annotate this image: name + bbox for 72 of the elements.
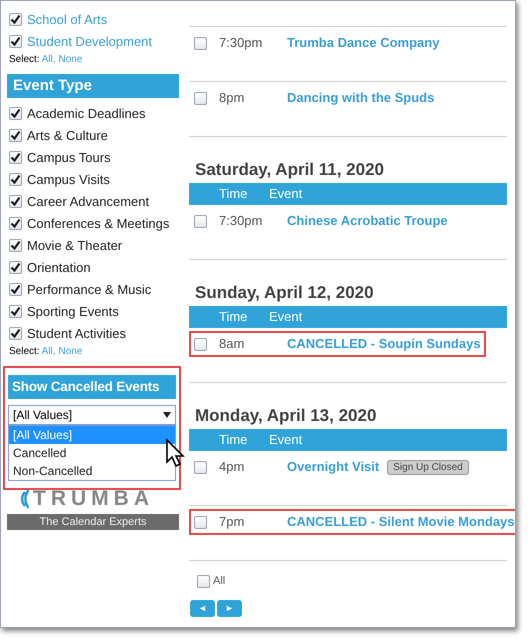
checkbox[interactable] bbox=[9, 129, 22, 142]
pager-button[interactable]: ◄ bbox=[190, 600, 215, 616]
column-header: Event bbox=[269, 185, 302, 204]
select-link[interactable]: None bbox=[58, 53, 82, 67]
select-link[interactable]: None bbox=[58, 345, 82, 359]
checkbox[interactable] bbox=[9, 217, 22, 230]
event-time: 8pm bbox=[218, 89, 246, 108]
checkbox[interactable] bbox=[9, 261, 22, 274]
checkbox[interactable] bbox=[194, 460, 207, 474]
checkbox[interactable] bbox=[9, 151, 22, 164]
filter-label: Orientation bbox=[27, 260, 91, 276]
checkbox[interactable] bbox=[194, 92, 207, 104]
checkbox[interactable] bbox=[197, 574, 210, 588]
filter-label: Movie & Theater bbox=[27, 238, 122, 254]
filter-label: Campus Visits bbox=[27, 172, 110, 188]
day-heading: Monday, April 13, 2020 bbox=[194, 405, 378, 427]
event-link[interactable]: Chinese Acrobatic Troupe bbox=[287, 211, 448, 231]
section-header: Show Cancelled Events bbox=[8, 375, 176, 399]
day-heading: Sunday, April 12, 2020 bbox=[194, 282, 375, 304]
filter-label: Campus Tours bbox=[27, 150, 111, 166]
select-label: Select: bbox=[9, 53, 40, 67]
select-link[interactable]: All, bbox=[42, 53, 56, 67]
event-link[interactable]: Overnight Visit bbox=[287, 457, 380, 477]
filter-label: Performance & Music bbox=[27, 282, 152, 298]
checkbox[interactable] bbox=[9, 195, 22, 208]
checkbox[interactable] bbox=[194, 36, 207, 50]
event-link[interactable]: CANCELLED - Silent Movie Mondays bbox=[287, 512, 515, 532]
checkbox[interactable] bbox=[9, 107, 22, 120]
column-header: Event bbox=[269, 308, 302, 326]
column-header: Time bbox=[218, 431, 248, 450]
event-time: 7:30pm bbox=[218, 34, 264, 52]
checkbox[interactable] bbox=[194, 214, 207, 228]
event-time: 7:30pm bbox=[218, 212, 264, 230]
select-link[interactable]: All, bbox=[42, 345, 56, 359]
event-time: 4pm bbox=[218, 458, 246, 476]
select-all-label: All bbox=[213, 574, 226, 589]
filter-label: Arts & Culture bbox=[27, 128, 108, 144]
checkbox[interactable] bbox=[9, 327, 22, 340]
dropdown-option[interactable]: Non-Cancelled bbox=[9, 462, 175, 480]
column-header: Time bbox=[218, 308, 248, 326]
checkbox[interactable] bbox=[9, 283, 22, 296]
checkbox[interactable] bbox=[9, 13, 22, 26]
checkbox[interactable] bbox=[9, 239, 22, 252]
event-link[interactable]: CANCELLED - Soupin Sundays bbox=[287, 334, 481, 354]
logo-wordmark: TRUMBA bbox=[33, 488, 154, 510]
dropdown-field[interactable]: [All Values] bbox=[8, 405, 176, 425]
checkbox[interactable] bbox=[9, 173, 22, 186]
section-header: Event Type bbox=[7, 74, 179, 98]
column-header: Time bbox=[218, 185, 248, 204]
event-time: 7pm bbox=[218, 513, 246, 532]
filter-label: Student Activities bbox=[27, 326, 126, 342]
checkbox[interactable] bbox=[9, 305, 22, 318]
filter-label: Sporting Events bbox=[27, 304, 119, 320]
filter-label: Student Development bbox=[27, 34, 152, 50]
pager-button[interactable]: ► bbox=[217, 600, 242, 616]
checkbox[interactable] bbox=[9, 35, 22, 48]
filter-label: Conferences & Meetings bbox=[27, 216, 170, 232]
caret-icon bbox=[163, 412, 171, 418]
checkbox[interactable] bbox=[194, 338, 207, 350]
filter-label: Academic Deadlines bbox=[27, 106, 146, 122]
status-badge: Sign Up Closed bbox=[387, 460, 469, 474]
column-header: Event bbox=[269, 431, 302, 450]
day-heading: Saturday, April 11, 2020 bbox=[194, 159, 385, 181]
filter-label: School of Arts bbox=[27, 12, 108, 28]
event-link[interactable]: Trumba Dance Company bbox=[287, 33, 440, 53]
checkbox[interactable] bbox=[194, 516, 207, 528]
dropdown-option[interactable]: [All Values] bbox=[9, 426, 175, 444]
event-link[interactable]: Dancing with the Spuds bbox=[287, 88, 434, 108]
logo-tagline: The Calendar Experts bbox=[7, 514, 179, 530]
select-label: Select: bbox=[9, 345, 40, 359]
event-time: 8am bbox=[218, 335, 246, 354]
filter-label: Career Advancement bbox=[27, 194, 150, 210]
